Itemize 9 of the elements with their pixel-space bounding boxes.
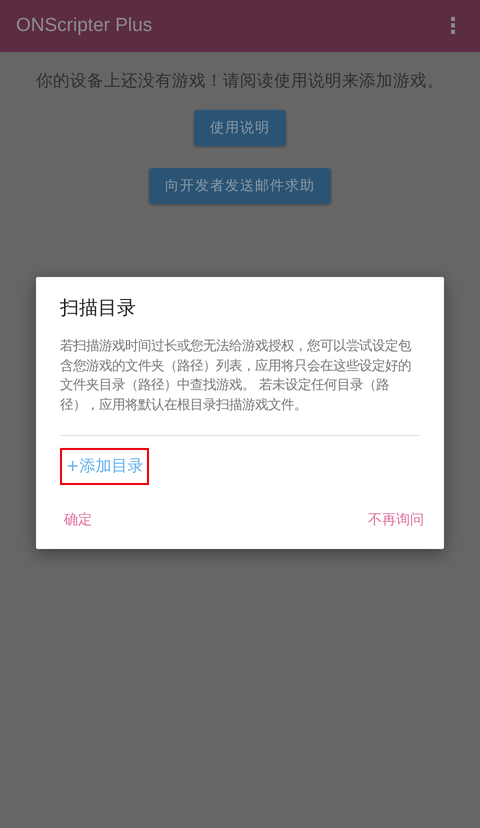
dialog-title: 扫描目录 xyxy=(60,296,137,321)
empty-message: 你的设备上还没有游戏！请阅读使用说明来添加游戏。 xyxy=(36,70,444,92)
add-folder-button[interactable]: +添加目录 xyxy=(60,448,150,485)
confirm-button[interactable]: 确定 xyxy=(62,507,94,533)
instructions-button[interactable]: 使用说明 xyxy=(194,110,286,146)
email-developer-button[interactable]: 向开发者发送邮件求助 xyxy=(149,168,331,204)
app-title: ONScripter Plus xyxy=(16,15,152,37)
dialog-message: 若扫描游戏时间过长或您无法给游戏授权，您可以尝试设定包含您游戏的文件夹（路径）列表，应用将只会在这些设定好的文件夹目录（路径）中查找游戏。 若未设定任何目录（路径），应用将默认在根目录扫描游戏文件。 xyxy=(60,338,412,414)
dont-ask-again-button[interactable]: 不再询问 xyxy=(366,507,426,533)
